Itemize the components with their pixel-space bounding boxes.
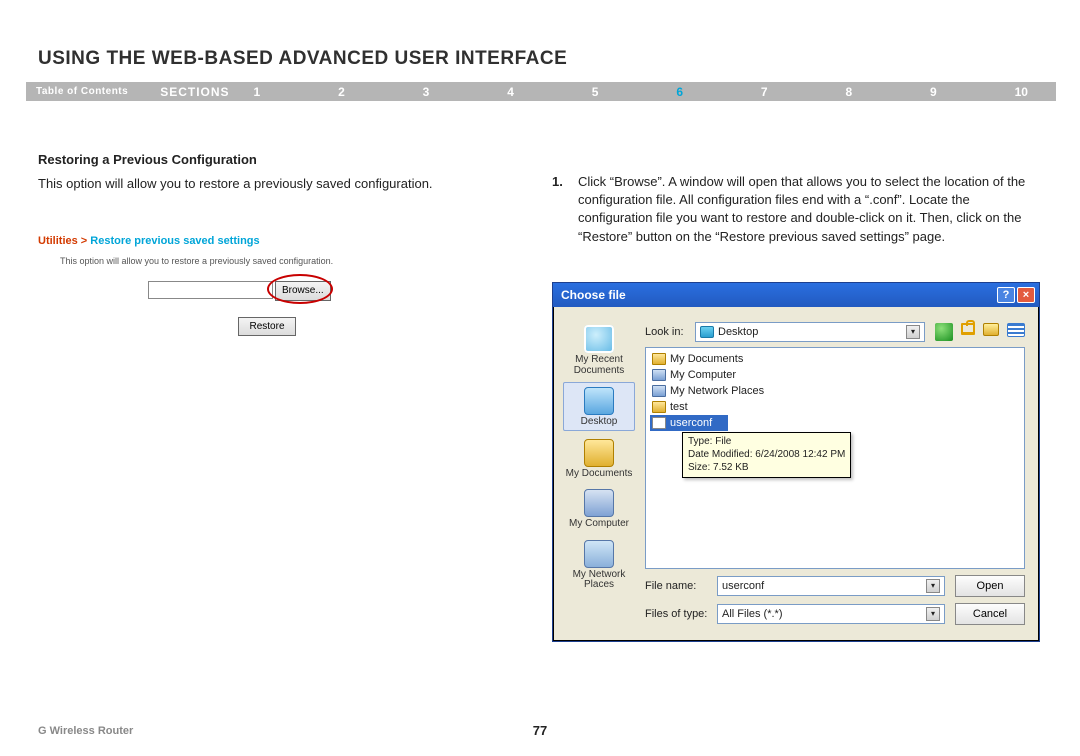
place-mydocs-label: My Documents	[566, 469, 633, 480]
back-icon[interactable]	[935, 323, 953, 341]
config-path-input[interactable]	[148, 281, 273, 299]
dialog-titlebar[interactable]: Choose file ? ×	[553, 283, 1039, 307]
computer-icon	[652, 369, 666, 381]
nav-section-10[interactable]: 10	[1015, 85, 1028, 99]
list-item-selected[interactable]: userconf	[650, 415, 728, 431]
router-ui-mock: This option will allow you to restore a …	[60, 256, 490, 336]
folder-icon	[652, 401, 666, 413]
file-icon	[652, 417, 666, 429]
file-list[interactable]: My Documents My Computer My Network Plac…	[645, 347, 1025, 569]
chevron-down-icon[interactable]: ▾	[926, 607, 940, 621]
file-tooltip: Type: File Date Modified: 6/24/2008 12:4…	[682, 432, 851, 478]
place-desktop[interactable]: Desktop	[563, 382, 635, 431]
place-mynetwork-label: My Network Places	[563, 570, 635, 591]
place-recent-label: My Recent Documents	[563, 355, 635, 376]
breadcrumb-current: Restore previous saved settings	[90, 235, 259, 247]
cancel-button[interactable]: Cancel	[955, 603, 1025, 625]
breadcrumb-utilities: Utilities >	[38, 235, 90, 247]
nav-section-8[interactable]: 8	[845, 85, 852, 99]
list-item[interactable]: My Computer	[650, 367, 1020, 383]
nav-section-2[interactable]: 2	[338, 85, 345, 99]
restore-button[interactable]: Restore	[238, 317, 296, 336]
list-item[interactable]: test	[650, 399, 1020, 415]
views-menu-icon[interactable]	[1007, 323, 1025, 337]
section-navbar: Table of Contents SECTIONS 1 2 3 4 5 6 7…	[26, 82, 1056, 101]
nav-section-3[interactable]: 3	[423, 85, 430, 99]
folder-icon	[652, 353, 666, 365]
nav-section-7[interactable]: 7	[761, 85, 768, 99]
network-icon	[652, 385, 666, 397]
file-type-label: Files of type:	[645, 608, 717, 620]
nav-section-6[interactable]: 6	[676, 85, 683, 99]
lookin-dropdown-icon[interactable]: ▾	[906, 325, 920, 339]
nav-section-1[interactable]: 1	[254, 85, 261, 99]
chevron-down-icon[interactable]: ▾	[926, 579, 940, 593]
computer-icon	[584, 489, 614, 517]
nav-section-9[interactable]: 9	[930, 85, 937, 99]
lookin-row: Look in: Desktop ▾	[645, 321, 1025, 343]
file-type-value: All Files (*.*)	[722, 608, 783, 620]
documents-icon	[584, 439, 614, 467]
mini-caption: This option will allow you to restore a …	[60, 256, 490, 266]
footer-page: 77	[0, 723, 1080, 738]
places-bar: My Recent Documents Desktop My Documents…	[559, 317, 639, 635]
file-name-combo[interactable]: userconf ▾	[717, 576, 945, 596]
browse-button[interactable]: Browse...	[275, 281, 331, 301]
dialog-close-button[interactable]: ×	[1017, 287, 1035, 303]
step-text: Click “Browse”. A window will open that …	[578, 173, 1032, 246]
nav-sections-label: SECTIONS	[140, 85, 253, 99]
open-button[interactable]: Open	[955, 575, 1025, 597]
new-folder-icon[interactable]	[983, 323, 999, 336]
place-mycomputer[interactable]: My Computer	[563, 485, 635, 532]
list-item[interactable]: My Network Places	[650, 383, 1020, 399]
place-recent[interactable]: My Recent Documents	[563, 321, 635, 378]
nav-section-4[interactable]: 4	[507, 85, 514, 99]
up-one-level-icon[interactable]	[961, 323, 975, 335]
breadcrumb: Utilities > Restore previous saved setti…	[38, 235, 260, 247]
step-number: 1.	[552, 173, 578, 246]
section-subheading: Restoring a Previous Configuration	[38, 152, 257, 167]
page-title: USING THE WEB-BASED ADVANCED USER INTERF…	[38, 48, 567, 70]
place-mydocs[interactable]: My Documents	[563, 435, 635, 482]
recent-icon	[584, 325, 614, 353]
lookin-combo[interactable]: Desktop ▾	[695, 322, 925, 342]
dialog-help-button[interactable]: ?	[997, 287, 1015, 303]
place-mycomputer-label: My Computer	[569, 519, 629, 530]
dialog-title: Choose file	[561, 288, 626, 302]
file-type-combo[interactable]: All Files (*.*) ▾	[717, 604, 945, 624]
place-mynetwork[interactable]: My Network Places	[563, 536, 635, 593]
file-name-value: userconf	[722, 580, 764, 592]
desktop-folder-icon	[700, 326, 714, 338]
desktop-icon	[584, 387, 614, 415]
lookin-value: Desktop	[718, 326, 758, 338]
file-name-label: File name:	[645, 580, 717, 592]
lookin-label: Look in:	[645, 326, 695, 338]
intro-text: This option will allow you to restore a …	[38, 175, 508, 193]
network-icon	[584, 540, 614, 568]
place-desktop-label: Desktop	[581, 417, 618, 428]
list-item[interactable]: My Documents	[650, 351, 1020, 367]
nav-toc[interactable]: Table of Contents	[26, 86, 140, 97]
nav-section-5[interactable]: 5	[592, 85, 599, 99]
instruction-step: 1. Click “Browse”. A window will open th…	[552, 173, 1032, 246]
file-open-dialog: Choose file ? × My Recent Documents Desk…	[552, 282, 1040, 642]
